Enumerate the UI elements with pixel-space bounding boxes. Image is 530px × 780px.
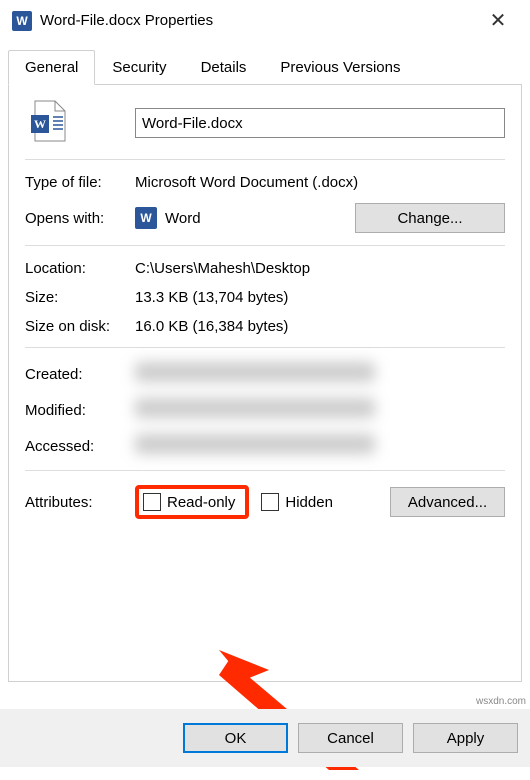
tab-strip: General Security Details Previous Versio… [8,50,522,85]
created-label: Created: [25,366,135,383]
change-button[interactable]: Change... [355,203,505,233]
location-value: C:\Users\Mahesh\Desktop [135,260,505,277]
titlebar: W Word-File.docx Properties ✕ [0,0,530,42]
type-of-file-label: Type of file: [25,174,135,191]
cancel-button[interactable]: Cancel [298,723,403,753]
word-app-icon: W [12,11,32,31]
hidden-checkbox-wrap[interactable]: Hidden [261,493,333,511]
size-on-disk-value: 16.0 KB (16,384 bytes) [135,318,505,335]
size-label: Size: [25,289,135,306]
divider [25,347,505,348]
document-icon: W [29,99,69,143]
type-of-file-value: Microsoft Word Document (.docx) [135,174,505,191]
tab-general[interactable]: General [8,50,95,85]
tab-details[interactable]: Details [184,50,264,85]
readonly-checkbox[interactable] [143,493,161,511]
tab-security[interactable]: Security [95,50,183,85]
divider [25,470,505,471]
size-on-disk-label: Size on disk: [25,318,135,335]
filename-input[interactable] [135,108,505,138]
general-panel: W Type of file: Microsoft Word Document … [8,84,522,682]
advanced-button[interactable]: Advanced... [390,487,505,517]
apply-button[interactable]: Apply [413,723,518,753]
modified-value-redacted [135,398,375,418]
window-title: Word-File.docx Properties [40,12,478,29]
accessed-value-redacted [135,434,375,454]
size-value: 13.3 KB (13,704 bytes) [135,289,505,306]
dialog-footer: OK Cancel Apply [0,709,530,767]
attributes-label: Attributes: [25,494,135,511]
close-icon[interactable]: ✕ [478,8,518,33]
svg-text:W: W [34,117,46,131]
opens-with-value: Word [165,210,201,227]
modified-label: Modified: [25,402,135,419]
readonly-checkbox-wrap[interactable]: Read-only [143,493,235,511]
opens-with-label: Opens with: [25,210,135,227]
readonly-highlight-annotation: Read-only [135,485,249,519]
word-program-icon: W [135,207,157,229]
hidden-checkbox[interactable] [261,493,279,511]
accessed-label: Accessed: [25,438,135,455]
readonly-label: Read-only [167,494,235,511]
created-value-redacted [135,362,375,382]
hidden-label: Hidden [285,494,333,511]
divider [25,159,505,160]
ok-button[interactable]: OK [183,723,288,753]
watermark: wsxdn.com [476,696,526,707]
location-label: Location: [25,260,135,277]
divider [25,245,505,246]
tab-previous-versions[interactable]: Previous Versions [263,50,417,85]
